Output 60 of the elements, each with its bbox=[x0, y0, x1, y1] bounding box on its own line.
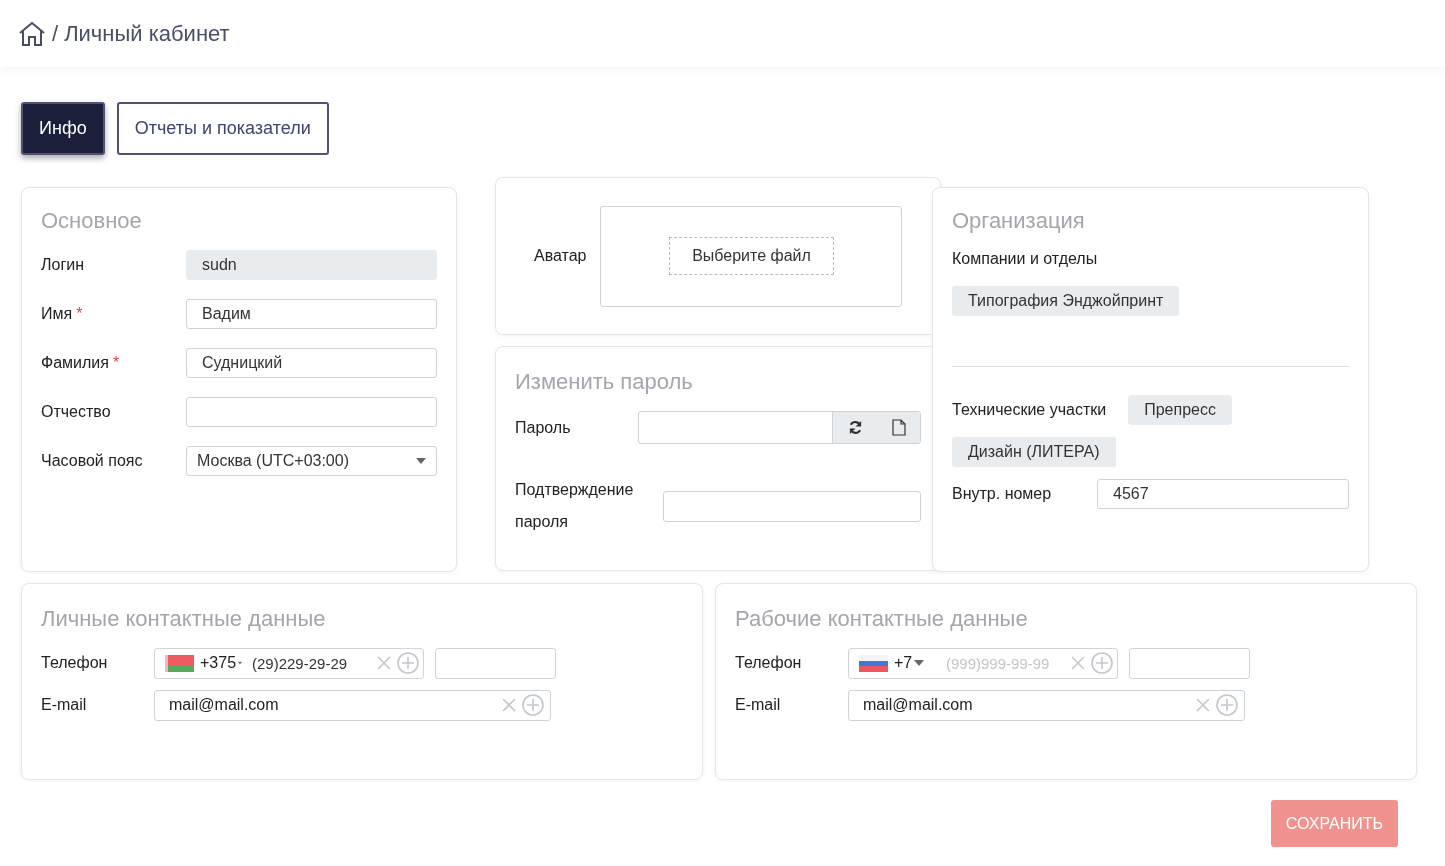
clear-icon[interactable] bbox=[377, 656, 391, 670]
add-icon[interactable] bbox=[1091, 652, 1113, 674]
field-label: Технические участки bbox=[952, 401, 1107, 419]
site-tag: Дизайн (ЛИТЕРА) bbox=[952, 437, 1116, 467]
field-label: Компании и отделы bbox=[952, 250, 1099, 268]
field-label: Имя * bbox=[41, 305, 84, 323]
input-field[interactable]: Вадим bbox=[186, 299, 437, 329]
company-tag: Типография Энджойпринт bbox=[952, 286, 1180, 316]
field-label: Телефон bbox=[41, 654, 109, 672]
home-icon[interactable] bbox=[18, 20, 46, 47]
clear-icon[interactable] bbox=[1071, 656, 1085, 670]
field-label: E-mail bbox=[41, 696, 88, 714]
field-label: E-mail bbox=[735, 696, 782, 714]
phone-placeholder: (999)999-99-99 bbox=[946, 654, 1051, 672]
email-field[interactable]: mail@mail.com bbox=[848, 689, 1245, 721]
extension-field[interactable] bbox=[435, 647, 556, 679]
country-code[interactable]: +7 bbox=[894, 654, 913, 672]
timezone-select[interactable]: Москва (UTC+03:00) bbox=[186, 446, 437, 476]
field-label: Подтверждение пароля bbox=[515, 480, 635, 532]
tab[interactable]: Отчеты и показатели bbox=[116, 102, 329, 155]
flag-icon[interactable] bbox=[165, 654, 194, 672]
extension-field[interactable] bbox=[1129, 647, 1250, 679]
field-label: Часовой пояс bbox=[41, 452, 144, 470]
site-tag: Препресс bbox=[1128, 395, 1232, 425]
add-icon[interactable] bbox=[1216, 694, 1238, 716]
input-field[interactable]: 4567 bbox=[1097, 479, 1349, 509]
field-label: Отчество bbox=[41, 403, 112, 421]
add-icon[interactable] bbox=[522, 694, 544, 716]
field-label: Телефон bbox=[735, 654, 803, 672]
field-label: Фамилия * bbox=[41, 354, 121, 372]
flag-icon[interactable] bbox=[859, 654, 888, 672]
field-label: Логин bbox=[41, 256, 85, 274]
choose-file-button[interactable]: Выберите файл bbox=[669, 237, 834, 275]
section-title: Личные контактные данные bbox=[41, 606, 327, 632]
phone-field[interactable]: +7 (999)999-99-99 bbox=[848, 647, 1118, 679]
add-icon[interactable] bbox=[397, 652, 419, 674]
page-title: Личный кабинет bbox=[64, 20, 230, 47]
breadcrumb-separator: / bbox=[52, 20, 59, 47]
country-code[interactable]: +375 bbox=[200, 654, 237, 672]
section-title: Основное bbox=[41, 208, 143, 234]
section-title: Организация bbox=[952, 208, 1086, 234]
section-title: Рабочие контактные данные bbox=[735, 606, 1029, 632]
password-field[interactable] bbox=[663, 490, 921, 522]
input-field[interactable] bbox=[186, 397, 437, 427]
drop-zone[interactable]: Выберите файл bbox=[600, 205, 903, 307]
field-label: Пароль bbox=[515, 417, 572, 438]
input-field[interactable]: Судницкий bbox=[186, 348, 437, 378]
field-label: Аватар bbox=[534, 247, 587, 265]
field-label: Внутр. номер bbox=[952, 485, 1053, 503]
input-field: sudn bbox=[186, 250, 437, 280]
caret-icon bbox=[914, 660, 925, 666]
clear-icon[interactable] bbox=[502, 698, 516, 712]
caret-icon bbox=[238, 660, 242, 666]
section-title: Изменить пароль bbox=[515, 369, 694, 395]
caret-icon bbox=[416, 458, 426, 464]
phone-number: (29)229-29-29 bbox=[252, 654, 349, 672]
phone-field[interactable]: +375 (29)229-29-29 bbox=[154, 647, 424, 679]
email-field[interactable]: mail@mail.com bbox=[154, 689, 551, 721]
clear-icon[interactable] bbox=[1196, 698, 1210, 712]
tab[interactable]: Инфо bbox=[21, 102, 105, 155]
